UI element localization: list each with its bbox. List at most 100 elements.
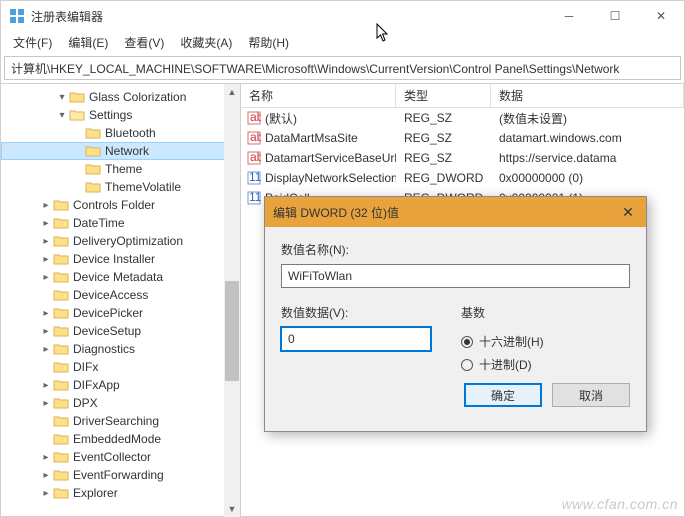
tree-pane[interactable]: ▾Glass Colorization▾Settings Bluetooth Net… xyxy=(1,84,241,517)
radio-hex[interactable]: 十六进制(H) xyxy=(461,333,544,350)
tree-item[interactable]: ▸ Device Installer xyxy=(1,250,240,268)
maximize-button[interactable]: ☐ xyxy=(592,1,638,31)
value-name: DataMartMsaSite xyxy=(265,131,358,145)
value-name-input[interactable] xyxy=(281,264,630,288)
app-icon xyxy=(9,8,25,24)
scroll-thumb[interactable] xyxy=(225,281,239,381)
tree-label: Bluetooth xyxy=(105,126,156,140)
tree-item[interactable]: ▸EventCollector xyxy=(1,448,240,466)
edit-dword-dialog: 编辑 DWORD (32 位)值 ✕ 数值名称(N): 数值数据(V): 基数 … xyxy=(264,196,647,432)
tree-item[interactable]: ▸ DeliveryOptimization xyxy=(1,232,240,250)
value-data-input[interactable] xyxy=(281,327,431,351)
close-button[interactable]: ✕ xyxy=(638,1,684,31)
radio-dec-indicator xyxy=(461,359,473,371)
tree-item[interactable]: ThemeVolatile xyxy=(1,178,240,196)
tree-item[interactable]: ▸DevicePicker xyxy=(1,304,240,322)
scroll-down-icon[interactable]: ▼ xyxy=(224,501,240,517)
window-title: 注册表编辑器 xyxy=(31,8,546,25)
tree-scrollbar[interactable]: ▲ ▼ xyxy=(224,84,240,517)
expand-icon[interactable]: ▸ xyxy=(39,452,53,463)
tree-item[interactable]: DIFx xyxy=(1,358,240,376)
cancel-button[interactable]: 取消 xyxy=(552,383,630,407)
dialog-title: 编辑 DWORD (32 位)值 xyxy=(273,204,618,221)
tree-label: EmbeddedMode xyxy=(73,432,161,446)
tree-label: Device Metadata xyxy=(73,270,163,284)
tree-label: DIFxApp xyxy=(73,378,120,392)
radio-hex-indicator xyxy=(461,336,473,348)
titlebar: 注册表编辑器 ─ ☐ ✕ xyxy=(1,1,684,31)
tree-item[interactable]: ▸Diagnostics xyxy=(1,340,240,358)
tree-item[interactable]: EmbeddedMode xyxy=(1,430,240,448)
expand-icon[interactable]: ▸ xyxy=(39,308,53,319)
menu-edit[interactable]: 编辑(E) xyxy=(62,32,114,53)
tree-label: Device Installer xyxy=(73,252,155,266)
ok-button[interactable]: 确定 xyxy=(464,383,542,407)
value-row[interactable]: ab DataMartMsaSite REG_SZdatamart.windows.… xyxy=(241,128,684,148)
value-type: REG_SZ xyxy=(396,131,491,145)
radio-dec[interactable]: 十进制(D) xyxy=(461,356,544,373)
tree-label: DeviceAccess xyxy=(73,288,148,302)
expand-icon[interactable]: ▸ xyxy=(39,488,53,499)
dialog-buttons: 确定 取消 xyxy=(265,383,646,421)
tree-item[interactable]: ▸ DIFxApp xyxy=(1,376,240,394)
expand-icon[interactable]: ▸ xyxy=(39,236,53,247)
value-data: 0x00000000 (0) xyxy=(491,171,684,185)
watermark: www.cfan.com.cn xyxy=(562,496,678,512)
svg-text:110: 110 xyxy=(249,171,261,184)
tree-item[interactable]: ▸ Device Metadata xyxy=(1,268,240,286)
tree-item[interactable]: ▾Glass Colorization xyxy=(1,88,240,106)
expand-icon[interactable]: ▸ xyxy=(39,254,53,265)
value-row[interactable]: ab(默认)REG_SZ(数值未设置) xyxy=(241,108,684,128)
menubar: 文件(F) 编辑(E) 查看(V) 收藏夹(A) 帮助(H) xyxy=(1,31,684,53)
col-type[interactable]: 类型 xyxy=(396,84,491,108)
tree-label: DeviceSetup xyxy=(73,324,141,338)
value-name-label: 数值名称(N): xyxy=(281,241,630,258)
expand-icon[interactable]: ▸ xyxy=(39,398,53,409)
tree-item[interactable]: ▸EventForwarding xyxy=(1,466,240,484)
tree-item[interactable]: ▸Controls Folder xyxy=(1,196,240,214)
tree-item[interactable]: ▸DateTime xyxy=(1,214,240,232)
menu-file[interactable]: 文件(F) xyxy=(7,32,58,53)
expand-icon[interactable]: ▾ xyxy=(55,92,69,103)
menu-favorites[interactable]: 收藏夹(A) xyxy=(174,32,238,53)
tree-item[interactable]: ▾Settings xyxy=(1,106,240,124)
tree-item[interactable]: ▸DPX xyxy=(1,394,240,412)
value-type: REG_SZ xyxy=(396,111,491,125)
tree-item[interactable]: DriverSearching xyxy=(1,412,240,430)
value-data: datamart.windows.com xyxy=(491,131,684,145)
dialog-body: 数值名称(N): 数值数据(V): 基数 十六进制(H) 十进制(D) xyxy=(265,227,646,383)
svg-text:ab: ab xyxy=(250,151,261,164)
value-row[interactable]: 110DisplayNetworkSelectionREG_DWORD0x000… xyxy=(241,168,684,188)
tree-item[interactable]: ▸Explorer xyxy=(1,484,240,502)
value-type: REG_DWORD xyxy=(396,171,491,185)
expand-icon[interactable]: ▸ xyxy=(39,470,53,481)
expand-icon[interactable]: ▸ xyxy=(39,380,53,391)
svg-text:ab: ab xyxy=(250,131,261,144)
expand-icon[interactable]: ▸ xyxy=(39,272,53,283)
expand-icon[interactable]: ▸ xyxy=(39,344,53,355)
tree-item[interactable]: DeviceAccess xyxy=(1,286,240,304)
scroll-up-icon[interactable]: ▲ xyxy=(224,84,240,100)
address-bar[interactable]: 计算机\HKEY_LOCAL_MACHINE\SOFTWARE\Microsof… xyxy=(4,56,681,80)
tree-item[interactable]: Network xyxy=(1,142,240,160)
tree-item[interactable]: Bluetooth xyxy=(1,124,240,142)
expand-icon[interactable]: ▾ xyxy=(55,110,69,121)
dialog-close-button[interactable]: ✕ xyxy=(618,204,638,221)
tree-label: DeliveryOptimization xyxy=(73,234,183,248)
dialog-titlebar[interactable]: 编辑 DWORD (32 位)值 ✕ xyxy=(265,197,646,227)
col-name[interactable]: 名称 xyxy=(241,84,396,108)
col-data[interactable]: 数据 xyxy=(491,84,684,108)
value-row[interactable]: abDatamartServiceBaseUrlREG_SZhttps://se… xyxy=(241,148,684,168)
value-data: https://service.datama xyxy=(491,151,684,165)
menu-help[interactable]: 帮助(H) xyxy=(242,32,295,53)
expand-icon[interactable]: ▸ xyxy=(39,200,53,211)
tree-item[interactable]: ▸ DeviceSetup xyxy=(1,322,240,340)
list-header: 名称 类型 数据 xyxy=(241,84,684,108)
expand-icon[interactable]: ▸ xyxy=(39,218,53,229)
minimize-button[interactable]: ─ xyxy=(546,1,592,31)
menu-view[interactable]: 查看(V) xyxy=(118,32,170,53)
expand-icon[interactable]: ▸ xyxy=(39,326,53,337)
tree-label: Network xyxy=(105,144,149,158)
tree-label: DIFx xyxy=(73,360,98,374)
tree-item[interactable]: Theme xyxy=(1,160,240,178)
